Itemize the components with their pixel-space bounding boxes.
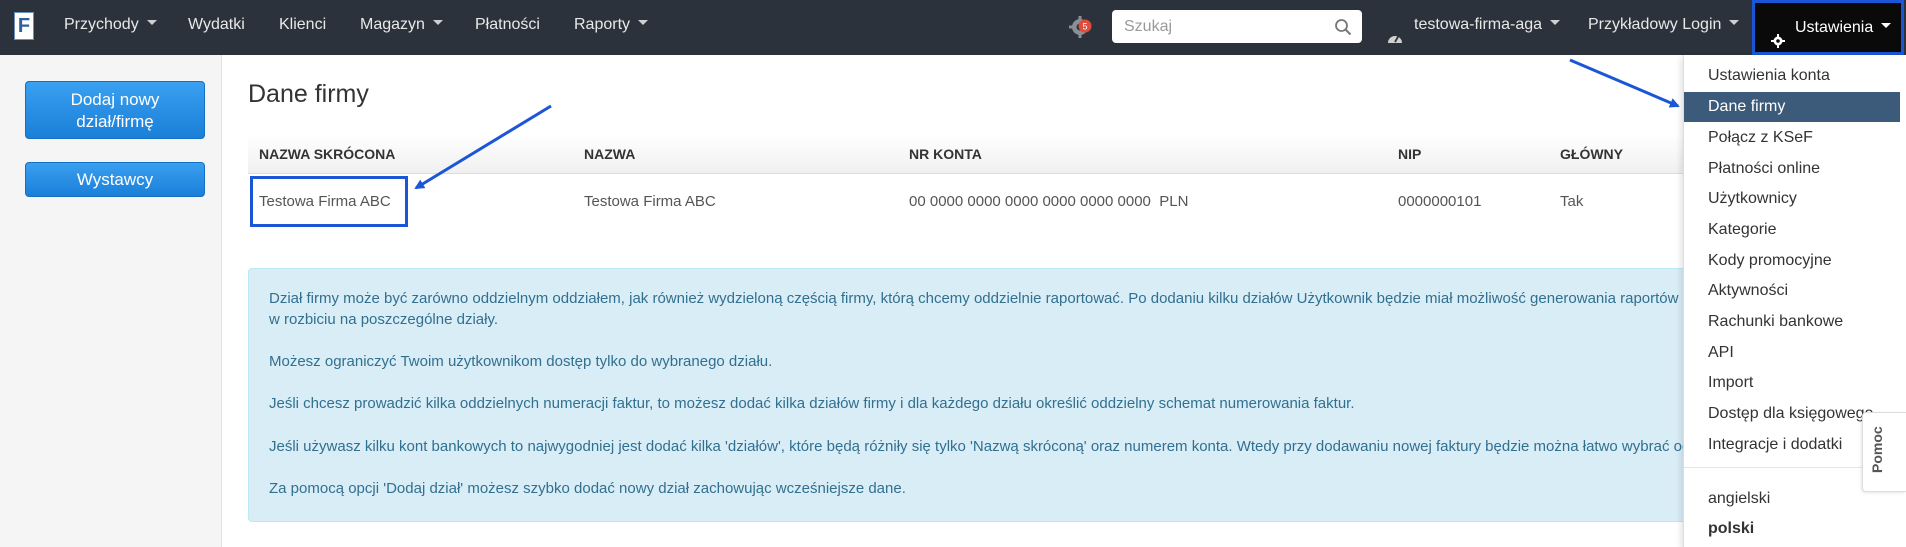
menu-item-activities[interactable]: Aktywności: [1684, 276, 1906, 306]
user-menu[interactable]: Przykładowy Login: [1588, 0, 1740, 55]
company-name: testowa-firma-aga: [1414, 16, 1543, 33]
left-sidebar: Dodaj nowy dział/firmę Wystawcy: [0, 55, 222, 547]
info-paragraph: Możesz ograniczyć Twoim użytkownikom dos…: [269, 353, 773, 370]
menu-item-bank-accounts[interactable]: Rachunki bankowe: [1684, 307, 1906, 337]
gear-icon: [1771, 19, 1785, 48]
menu-item-promo-codes[interactable]: Kody promocyjne: [1684, 246, 1906, 276]
info-alert: Dział firmy może być zarówno oddzielnym …: [248, 268, 1691, 522]
user-name: Przykładowy Login: [1588, 16, 1722, 33]
add-department-label: Dodaj nowy dział/firmę: [70, 90, 160, 131]
nav-item-magazyn[interactable]: Magazyn: [360, 0, 443, 55]
issuers-label: Wystawcy: [76, 170, 154, 189]
menu-item-online-payments[interactable]: Płatności online: [1684, 154, 1906, 184]
menu-item-ksef[interactable]: Połącz z KSeF: [1684, 123, 1906, 153]
menu-item-categories[interactable]: Kategorie: [1684, 215, 1906, 245]
column-header-nip[interactable]: NIP: [1398, 134, 1421, 174]
menu-item-account-settings[interactable]: Ustawienia konta: [1684, 61, 1906, 91]
column-header-name[interactable]: NAZWA: [584, 134, 635, 174]
menu-item-api[interactable]: API: [1684, 338, 1906, 368]
top-navbar: F Przychody Wydatki Klienci Magazyn Płat…: [0, 0, 1906, 55]
table-row[interactable]: Testowa Firma ABC Testowa Firma ABC 00 0…: [248, 174, 1688, 230]
nav-item-label: Przychody: [64, 16, 139, 33]
menu-item-language-polish[interactable]: polski: [1684, 514, 1906, 544]
nav-item-przychody[interactable]: Przychody: [64, 0, 157, 55]
search-input[interactable]: [1112, 10, 1322, 43]
search-box: [1112, 10, 1362, 43]
nav-item-label: Magazyn: [360, 16, 425, 33]
menu-item-users[interactable]: Użytkownicy: [1684, 184, 1906, 214]
caret-down-icon: [1729, 20, 1740, 26]
menu-item-import[interactable]: Import: [1684, 368, 1906, 398]
dashboard-icon: [1386, 16, 1404, 43]
caret-down-icon: [1550, 20, 1561, 26]
caret-down-icon: [638, 20, 649, 26]
info-paragraph: w rozbiciu na poszczególne działy.: [269, 311, 499, 328]
nav-item-label: Raporty: [574, 16, 631, 33]
info-paragraph: Jeśli używasz kilku kont bankowych to na…: [269, 438, 1691, 455]
column-header-short-name[interactable]: NAZWA SKRÓCONA: [259, 134, 395, 174]
info-paragraph: Za pomocą opcji 'Dodaj dział' możesz szy…: [269, 480, 906, 497]
nav-item-label: Wydatki: [188, 16, 245, 33]
cell-name: Testowa Firma ABC: [584, 193, 716, 210]
page-title: Dane firmy: [248, 80, 369, 108]
issuers-button[interactable]: Wystawcy: [25, 162, 205, 197]
highlight-box: [250, 176, 408, 227]
nav-item-label: Płatności: [475, 16, 540, 33]
search-icon[interactable]: [1334, 18, 1352, 36]
caret-down-icon: [1881, 23, 1892, 29]
company-switcher[interactable]: testowa-firma-aga: [1386, 0, 1561, 55]
settings-menu-button[interactable]: Ustawienia: [1752, 0, 1904, 55]
cell-nip: 0000000101: [1398, 193, 1482, 210]
nav-item-klienci[interactable]: Klienci: [279, 0, 326, 55]
notification-count: 5: [1082, 22, 1087, 32]
table-header: NAZWA SKRÓCONA NAZWA NR KONTA NIP GŁÓWNY: [248, 134, 1688, 174]
notifications-gear-icon[interactable]: 5: [1068, 14, 1094, 40]
help-tab[interactable]: Pomoc: [1862, 412, 1906, 492]
nav-item-raporty[interactable]: Raporty: [574, 0, 649, 55]
annotation-arrow-menu: [1569, 58, 1680, 108]
caret-down-icon: [146, 20, 157, 26]
help-tab-label: Pomoc: [1869, 426, 1885, 473]
menu-item-company-data[interactable]: Dane firmy: [1684, 92, 1900, 122]
app-logo[interactable]: F: [14, 12, 34, 40]
info-paragraph: Jeśli chcesz prowadzić kilka oddzielnych…: [269, 395, 1355, 412]
cell-account: 00 0000 0000 0000 0000 0000 0000 PLN: [909, 193, 1189, 210]
column-header-account[interactable]: NR KONTA: [909, 134, 982, 174]
column-header-main[interactable]: GŁÓWNY: [1560, 134, 1623, 174]
info-paragraph: Dział firmy może być zarówno oddzielnym …: [269, 290, 1679, 307]
nav-item-label: Klienci: [279, 16, 327, 33]
caret-down-icon: [432, 20, 443, 26]
settings-label: Ustawienia: [1795, 19, 1874, 36]
nav-item-platnosci[interactable]: Płatności: [475, 0, 540, 55]
add-department-button[interactable]: Dodaj nowy dział/firmę: [25, 81, 205, 139]
nav-item-wydatki[interactable]: Wydatki: [188, 0, 245, 55]
cell-main: Tak: [1560, 193, 1584, 210]
